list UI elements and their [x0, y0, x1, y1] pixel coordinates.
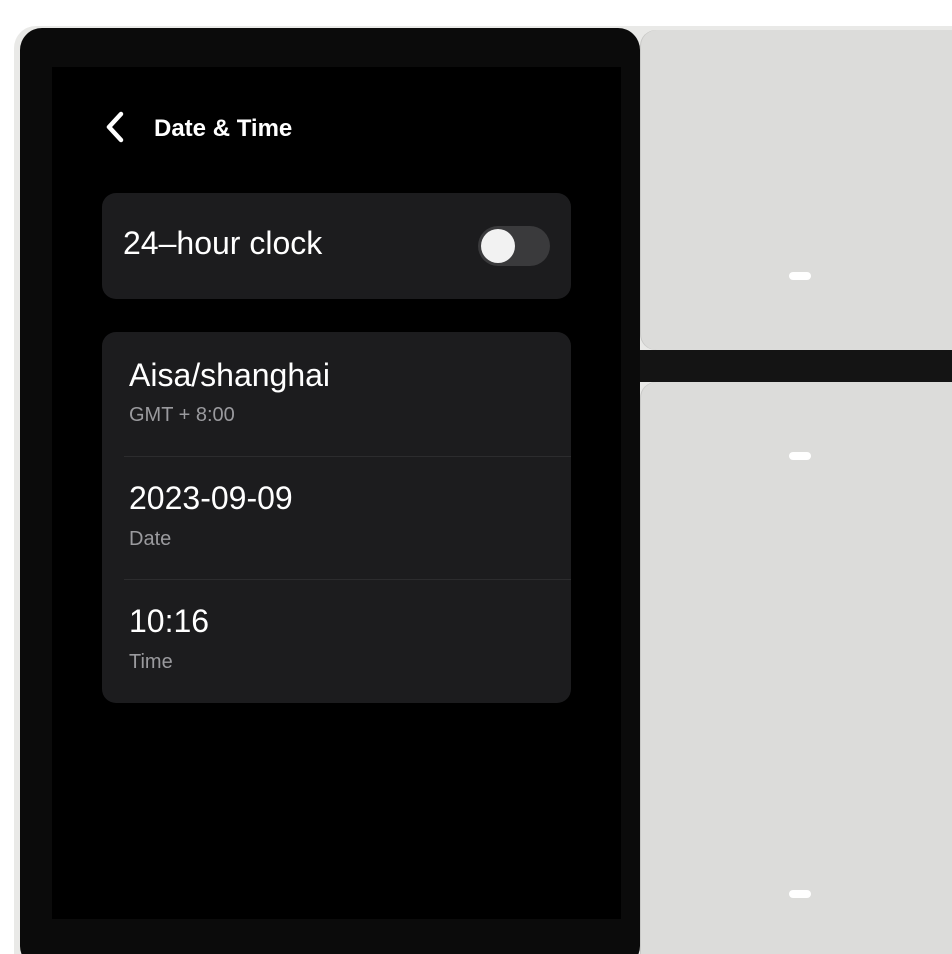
back-button[interactable]	[104, 109, 132, 149]
chevron-left-icon	[104, 109, 126, 150]
clock-format-card: 24–hour clock	[102, 193, 571, 299]
date-subtitle: Date	[129, 528, 172, 550]
indicator-light	[789, 890, 811, 898]
date-value: 2023-09-09	[129, 480, 293, 516]
time-item[interactable]: 10:16 Time	[124, 579, 571, 702]
timezone-value: Aisa/shanghai	[129, 357, 331, 393]
display-screen: Date & Time 24–hour clock Aisa/shanghai …	[52, 67, 621, 919]
panel-gap	[636, 350, 952, 382]
switch-button-bottom[interactable]	[640, 382, 952, 954]
date-item[interactable]: 2023-09-09 Date	[124, 456, 571, 579]
clock-format-toggle[interactable]	[478, 226, 550, 266]
time-settings-card: Aisa/shanghai GMT + 8:00 2023-09-09 Date…	[102, 332, 571, 703]
timezone-subtitle: GMT + 8:00	[129, 404, 235, 426]
clock-format-label: 24–hour clock	[123, 225, 323, 261]
indicator-light	[789, 452, 811, 460]
toggle-knob	[481, 229, 515, 263]
time-subtitle: Time	[129, 651, 173, 673]
timezone-item[interactable]: Aisa/shanghai GMT + 8:00	[124, 332, 571, 454]
time-value: 10:16	[129, 603, 210, 639]
switch-button-top[interactable]	[640, 30, 952, 350]
indicator-light	[789, 272, 811, 280]
smart-panel-device: Date & Time 24–hour clock Aisa/shanghai …	[0, 0, 952, 954]
page-title: Date & Time	[154, 115, 293, 142]
header: Date & Time	[104, 109, 292, 149]
